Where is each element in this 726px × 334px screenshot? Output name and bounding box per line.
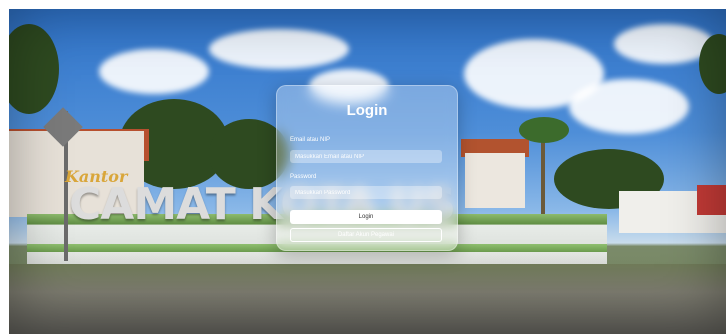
- password-label: Password: [290, 174, 317, 180]
- password-field[interactable]: [290, 186, 442, 199]
- email-field[interactable]: [290, 150, 442, 163]
- register-employee-button[interactable]: Daftar Akun Pegawai: [290, 228, 442, 242]
- email-label: Email atau NIP: [290, 137, 331, 143]
- login-card: Login Email atau NIP Password Login Daft…: [276, 85, 458, 251]
- login-button[interactable]: Login: [290, 210, 442, 224]
- login-title: Login: [346, 102, 388, 119]
